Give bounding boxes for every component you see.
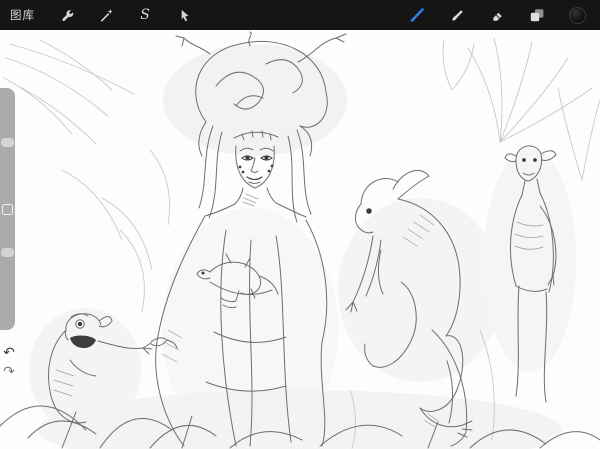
- sidebar: [0, 88, 15, 330]
- eraser-icon: [490, 8, 505, 23]
- layers-button[interactable]: [522, 0, 552, 30]
- selection-button[interactable]: S: [130, 0, 160, 30]
- adjustments-button[interactable]: [91, 0, 121, 30]
- transform-button[interactable]: [169, 0, 199, 30]
- procreate-app: 图库 S: [0, 0, 600, 449]
- gallery-button[interactable]: 图库: [8, 1, 43, 29]
- topbar-right-tools: [402, 0, 592, 30]
- active-stroke-icon: [402, 0, 432, 30]
- undo-button[interactable]: ↶: [3, 346, 15, 360]
- brush-tool-button[interactable]: [442, 0, 472, 30]
- color-button[interactable]: [562, 0, 592, 30]
- color-swatch: [569, 7, 586, 24]
- actions-button[interactable]: [52, 0, 82, 30]
- wrench-icon: [60, 8, 75, 23]
- artwork-sketch: [0, 30, 600, 449]
- opacity-slider[interactable]: [1, 248, 14, 257]
- transform-arrow-icon: [177, 8, 192, 23]
- magic-wand-icon: [99, 8, 114, 23]
- history-controls: ↶ ↷: [0, 346, 18, 379]
- brush-size-slider[interactable]: [1, 138, 14, 147]
- topbar-left-tools: 图库 S: [8, 0, 199, 30]
- layers-icon: [529, 7, 545, 23]
- canvas[interactable]: ↶ ↷: [0, 30, 600, 449]
- brush-icon: [450, 8, 465, 23]
- redo-button[interactable]: ↷: [3, 365, 15, 379]
- eraser-tool-button[interactable]: [482, 0, 512, 30]
- selection-s-icon: S: [140, 8, 150, 22]
- topbar: 图库 S: [0, 0, 600, 30]
- modify-button[interactable]: [2, 204, 13, 215]
